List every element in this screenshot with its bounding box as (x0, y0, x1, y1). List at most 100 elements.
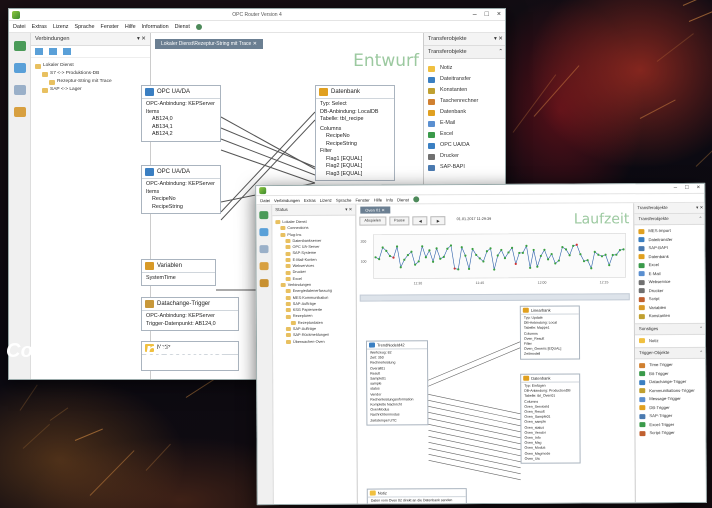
tree-item[interactable]: Rezeptur-String mit Trace (35, 78, 146, 86)
list-icon[interactable] (259, 228, 269, 237)
transfer-object-item[interactable]: Taschenrechner (428, 96, 503, 107)
trend-point (442, 255, 445, 258)
add-folder-icon[interactable] (49, 48, 57, 55)
transfer-object-item[interactable]: Konstanten (428, 85, 503, 96)
transfer-object-item[interactable]: Time-Trigger (639, 361, 703, 370)
transfer-object-item[interactable]: E-Mail (428, 118, 503, 129)
service-status-icon[interactable] (412, 196, 419, 203)
transfer-object-item[interactable]: Notiz (428, 63, 503, 74)
add-connection-icon[interactable] (63, 48, 71, 55)
transfer-object-item[interactable]: Drucker (428, 151, 503, 162)
minimize-icon[interactable]: – (473, 11, 477, 18)
tree-item[interactable]: S7 <-> Produktions-DB (35, 70, 146, 78)
database-node[interactable]: Datenbank Typ: Einfügen DB-Anbindung: Pro… (520, 373, 581, 464)
menu-item[interactable]: Information (142, 24, 169, 30)
forward-button[interactable]: ▶ (430, 216, 446, 226)
transfer-section-header[interactable]: Transferobjekte ⌃ (634, 213, 707, 226)
transfer-section-header[interactable]: Transferobjekte ⌃ (424, 46, 505, 59)
list-icon[interactable] (13, 63, 26, 73)
menu-item[interactable]: Dienst (175, 24, 190, 30)
settings-icon[interactable] (259, 262, 269, 271)
menu-item[interactable]: Extras (32, 24, 47, 30)
transfer-object-item[interactable]: Notiz (638, 336, 703, 345)
transfer-object-item[interactable]: Drucker (638, 286, 703, 295)
transfer-object-label: Drucker (648, 287, 664, 293)
transfer-object-item[interactable]: SAP-BAPI (638, 244, 702, 253)
sonstiges-section-header[interactable]: Sonstiges ⌃ (634, 322, 707, 335)
transfer-object-item[interactable]: Datenbank (638, 252, 703, 261)
transfer-object-item[interactable]: Kommunikations-Trigger (639, 386, 703, 395)
connect-icon[interactable] (13, 41, 26, 51)
add-icon[interactable] (35, 48, 43, 55)
pause-button[interactable]: Pause (389, 216, 410, 226)
folder-icon (35, 63, 41, 69)
transfer-object-item[interactable]: Webservice (638, 278, 703, 287)
document-icon[interactable] (259, 245, 269, 254)
opc-node-2[interactable]: OPC UA/DA OPC-Anbindung: KEPServer Items… (141, 165, 221, 214)
y-tick-label: 200 (360, 240, 366, 244)
trigger-section-header[interactable]: Trigger-Objekte ⌃ (635, 346, 707, 360)
transfer-object-item[interactable]: Konstanten (638, 312, 703, 321)
trigger-node[interactable]: Datachange-Trigger OPC-Anbindung: KEPSer… (141, 297, 239, 331)
transfer-object-item[interactable]: Script (638, 295, 703, 304)
transfer-object-item[interactable]: OPC UA/DA (428, 140, 503, 151)
menu-item[interactable]: Fenster (101, 24, 119, 30)
transfer-object-item[interactable]: SAP-BAPI (428, 162, 503, 173)
menu-item[interactable]: Info (386, 197, 393, 202)
menu-item[interactable]: Verbindungen (274, 197, 300, 202)
database-node[interactable]: Datenbank Typ: Select DB-Anbindung: Loca… (315, 85, 395, 181)
close-icon[interactable]: × (697, 185, 701, 192)
transfer-object-item[interactable]: Message-Trigger (639, 395, 703, 404)
transfer-object-item[interactable]: Excel (428, 129, 503, 140)
linear-db-node[interactable]: Linearbank Typ: Update DB-Anbindung: Loca… (519, 305, 581, 360)
tab-document[interactable]: Lokaler Dienst\Rezeptur-String mit Trace… (155, 39, 263, 49)
transfer-object-item[interactable]: MES-Import (638, 227, 702, 236)
note-node[interactable]: Notiz Daten vom Oven 02 direkt an die Da… (366, 488, 467, 506)
menu-item[interactable]: Lizenz (53, 24, 69, 30)
connect-icon[interactable] (259, 211, 269, 220)
menu-item[interactable]: Hilfe (125, 24, 136, 30)
menu-item[interactable]: Dienst (397, 197, 409, 202)
transfer-object-item[interactable]: Script-Trigger (639, 429, 703, 438)
transfer-object-item[interactable]: Excel (638, 261, 703, 270)
transfer-object-item[interactable]: E-Mail (638, 269, 703, 278)
menu-item[interactable]: Sprache (336, 197, 352, 202)
menu-item[interactable]: Lizenz (320, 197, 332, 202)
tree-item[interactable]: Lokaler Dienst (35, 62, 146, 70)
trend-node[interactable]: TrendNodeId42 Werkzeug: 82 Zeit: 350 Rechn… (365, 340, 429, 426)
settings-icon[interactable] (13, 107, 26, 117)
play-button[interactable]: Abspielen (359, 216, 387, 226)
variables-node[interactable]: Variablen SystemTime (141, 259, 216, 286)
minimize-icon[interactable]: – (674, 185, 677, 192)
sonstiges-list: Notiz (635, 334, 707, 347)
service-status-icon[interactable] (195, 23, 202, 30)
menu-item[interactable]: Extras (304, 197, 316, 202)
transfer-object-item[interactable]: Dateitransfer (428, 74, 503, 85)
maximize-icon[interactable]: □ (485, 11, 489, 18)
transfer-object-item[interactable]: Excel-Trigger (639, 420, 703, 429)
tree-item[interactable]: SAP <-> Lager (35, 86, 146, 94)
menu-item[interactable]: Sprache (74, 24, 94, 30)
tab-oven[interactable]: Oven 01 ✕ (360, 206, 390, 214)
link-icon[interactable] (259, 279, 269, 288)
transfer-object-item[interactable]: Datachange-Trigger (639, 378, 703, 387)
transfer-object-item[interactable]: Bit-Trigger (639, 369, 703, 378)
maximize-icon[interactable]: □ (685, 185, 689, 192)
transfer-object-item[interactable]: Dateitransfer (638, 235, 702, 244)
tree-item[interactable]: Überwachen-Oven (276, 338, 353, 345)
close-icon[interactable]: × (497, 11, 501, 18)
transfer-object-icon (428, 120, 435, 127)
transfer-object-item[interactable]: SAP-Trigger (639, 412, 703, 421)
document-icon[interactable] (13, 85, 26, 95)
timeline-scrollbar[interactable] (359, 293, 630, 302)
menu-item[interactable]: Fenster (355, 197, 369, 202)
opc-node-1[interactable]: OPC UA/DA OPC-Anbindung: KEPServer Items… (141, 85, 221, 142)
transfer-object-label: Kommunikations-Trigger (649, 387, 695, 393)
transfer-object-item[interactable]: DB-Trigger (639, 403, 703, 412)
menu-item[interactable]: Datei (13, 24, 26, 30)
back-button[interactable]: ◀ (412, 216, 428, 226)
transfer-object-item[interactable]: Datenbank (428, 107, 503, 118)
menu-item[interactable]: Hilfe (374, 197, 382, 202)
transfer-object-item[interactable]: Variablen (638, 303, 703, 312)
menu-item[interactable]: Datei (260, 198, 270, 203)
